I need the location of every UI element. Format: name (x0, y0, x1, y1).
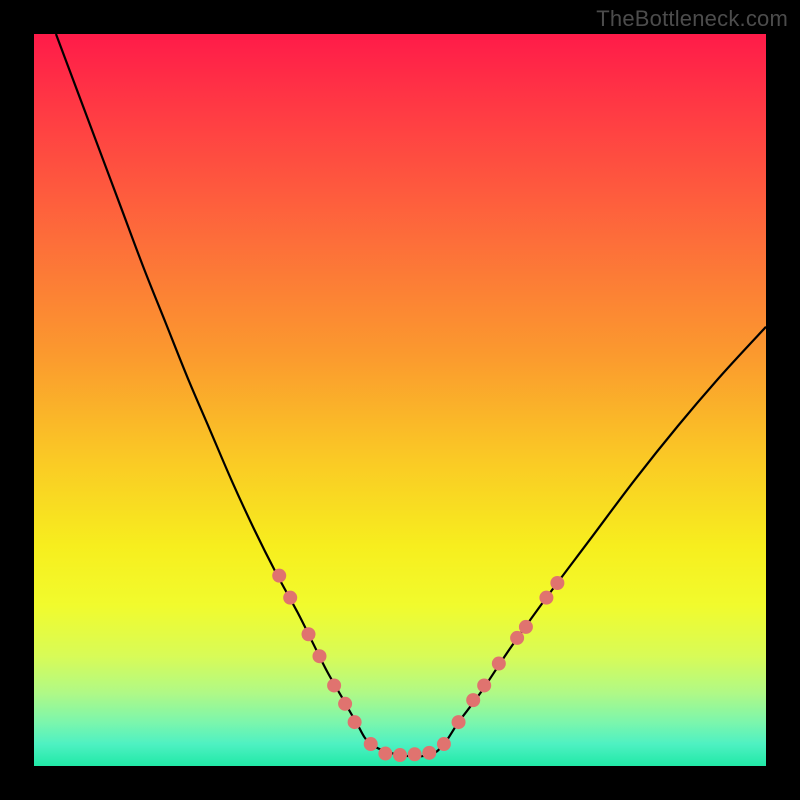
sample-dot (492, 657, 506, 671)
sample-dot (466, 693, 480, 707)
sample-dot (272, 569, 286, 583)
sample-dot (378, 747, 392, 761)
sample-dot (393, 748, 407, 762)
sample-dot (408, 747, 422, 761)
sample-dots-group (272, 569, 564, 762)
bottleneck-curve (56, 34, 766, 756)
curve-layer (34, 34, 766, 766)
sample-dot (452, 715, 466, 729)
sample-dot (477, 678, 491, 692)
sample-dot (327, 678, 341, 692)
sample-dot (283, 591, 297, 605)
sample-dot (338, 697, 352, 711)
sample-dot (422, 746, 436, 760)
sample-dot (312, 649, 326, 663)
watermark-label: TheBottleneck.com (596, 6, 788, 32)
sample-dot (302, 627, 316, 641)
chart-frame: TheBottleneck.com (0, 0, 800, 800)
sample-dot (510, 631, 524, 645)
sample-dot (550, 576, 564, 590)
sample-dot (539, 591, 553, 605)
plot-area (34, 34, 766, 766)
sample-dot (437, 737, 451, 751)
sample-dot (364, 737, 378, 751)
sample-dot (519, 620, 533, 634)
sample-dot (348, 715, 362, 729)
